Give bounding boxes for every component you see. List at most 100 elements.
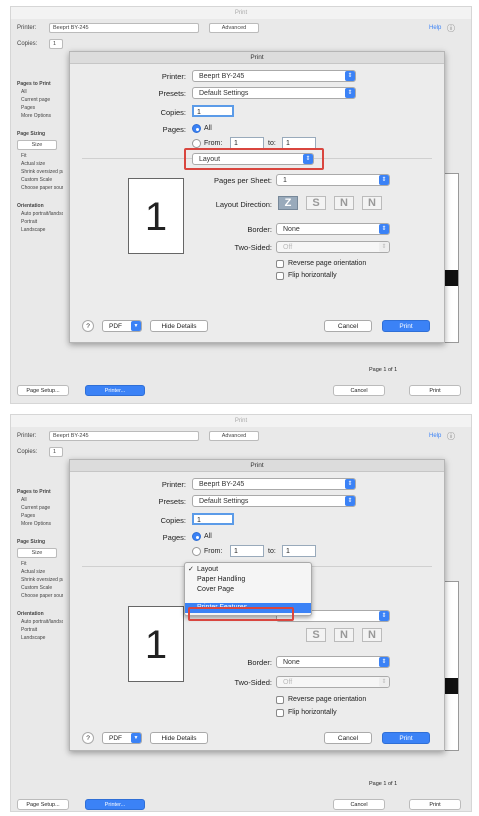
flip-horizontally-checkbox[interactable]	[276, 709, 284, 717]
pages-range-radio[interactable]	[192, 547, 201, 556]
bg-copies-field[interactable]: 1	[49, 39, 63, 49]
bg-print-button[interactable]: Print	[409, 799, 461, 810]
border-select[interactable]: None ⇕	[276, 223, 390, 235]
bg-page-size-section: Page Sizing	[17, 131, 46, 137]
layout-direction-n-icon[interactable]: N	[334, 628, 354, 642]
bg-orientation-option[interactable]: Portrait	[21, 627, 63, 633]
help-button[interactable]: ?	[82, 732, 94, 744]
bg-size-option[interactable]: Choose paper source by PDF page size	[21, 185, 63, 191]
layout-direction-n2-icon[interactable]: N	[362, 628, 382, 642]
bg-size-option[interactable]: Choose paper source by PDF page size	[21, 593, 63, 599]
bg-printer-button[interactable]: Printer...	[85, 799, 145, 810]
pages-all-radio[interactable]	[192, 124, 201, 133]
cancel-button[interactable]: Cancel	[324, 732, 372, 744]
bg-print-button[interactable]: Print	[409, 385, 461, 396]
bg-size-option[interactable]: Shrink oversized pages	[21, 577, 63, 583]
layout-direction-z-icon[interactable]: Z	[278, 196, 298, 210]
pages-all-radio[interactable]	[192, 532, 201, 541]
reverse-orientation-checkbox[interactable]	[276, 260, 284, 268]
copies-field[interactable]: 1	[192, 105, 234, 117]
pages-label: Pages:	[162, 125, 186, 134]
help-circle-icon[interactable]: ⓘ	[447, 23, 455, 34]
to-field[interactable]: 1	[282, 545, 316, 557]
pdf-menu-button[interactable]: PDF ▼	[102, 320, 142, 332]
bg-page-size-section: Page Sizing	[17, 539, 46, 545]
two-sided-select[interactable]: Off ⇕	[276, 241, 390, 253]
layout-direction-s-icon[interactable]: S	[306, 196, 326, 210]
menu-item-cover-page[interactable]: Cover Page	[185, 585, 311, 595]
bg-pages-option[interactable]: All	[21, 89, 63, 95]
bg-pages-option[interactable]: More Options	[21, 521, 63, 527]
bg-pages-option[interactable]: Current page	[21, 505, 63, 511]
hide-details-button[interactable]: Hide Details	[150, 320, 208, 332]
reverse-orientation-checkbox[interactable]	[276, 696, 284, 704]
bg-page-setup-button[interactable]: Page Setup...	[17, 799, 69, 810]
bg-printer-button[interactable]: Printer...	[85, 385, 145, 396]
copies-field[interactable]: 1	[192, 513, 234, 525]
bg-printer-label: Printer:	[17, 25, 37, 31]
bg-size-option[interactable]: Actual size	[21, 161, 63, 167]
bg-advanced-button[interactable]: Advanced	[209, 23, 259, 33]
bg-pages-option[interactable]: Pages	[21, 513, 63, 519]
bg-copies-field[interactable]: 1	[49, 447, 63, 457]
bg-size-option[interactable]: Fit	[21, 561, 63, 567]
bg-orientation-option[interactable]: Landscape	[21, 635, 63, 641]
help-circle-icon[interactable]: ⓘ	[447, 431, 455, 442]
bg-page-indicator: Page 1 of 1	[369, 781, 398, 787]
layout-direction-n2-icon[interactable]: N	[362, 196, 382, 210]
cancel-button[interactable]: Cancel	[324, 320, 372, 332]
bg-help-link[interactable]: Help	[429, 25, 441, 31]
printer-select[interactable]: Beeprt BY-245 ⇕	[192, 478, 356, 490]
two-sided-value: Off	[283, 679, 293, 686]
menu-item-paper-handling[interactable]: Paper Handling	[185, 575, 311, 585]
menu-item-label: Layout	[197, 566, 219, 573]
menu-item-layout[interactable]: ✓ Layout	[185, 565, 311, 575]
bg-size-option[interactable]: Fit	[21, 153, 63, 159]
bg-printer-select[interactable]: Beeprt BY-245	[49, 431, 199, 441]
layout-direction-s-icon[interactable]: S	[306, 628, 326, 642]
pdf-menu-button[interactable]: PDF ▼	[102, 732, 142, 744]
bg-size-button[interactable]: Size	[17, 548, 57, 558]
bg-size-option[interactable]: Custom Scale	[21, 585, 63, 591]
pages-per-sheet-select[interactable]: 1 ⇕	[276, 174, 390, 186]
bg-orientation-option[interactable]: Portrait	[21, 219, 63, 225]
bg-size-button[interactable]: Size	[17, 140, 57, 150]
bg-pages-option[interactable]: All	[21, 497, 63, 503]
bg-size-option[interactable]: Shrink oversized pages	[21, 169, 63, 175]
bg-orientation-option[interactable]: Auto portrait/landscape	[21, 619, 63, 625]
help-button[interactable]: ?	[82, 320, 94, 332]
bg-orientation-option[interactable]: Auto portrait/landscape	[21, 211, 63, 217]
to-label: to:	[268, 548, 276, 555]
border-select[interactable]: None ⇕	[276, 656, 390, 668]
bg-pages-option[interactable]: Current page	[21, 97, 63, 103]
bg-page-setup-button[interactable]: Page Setup...	[17, 385, 69, 396]
bg-pages-option[interactable]: Pages	[21, 105, 63, 111]
presets-label: Presets:	[158, 497, 186, 506]
printer-select[interactable]: Beeprt BY-245 ⇕	[192, 70, 356, 82]
bg-printer-select[interactable]: Beeprt BY-245	[49, 23, 199, 33]
presets-select[interactable]: Default Settings ⇕	[192, 87, 356, 99]
bg-pages-option[interactable]: More Options	[21, 113, 63, 119]
two-sided-select[interactable]: Off ⇕	[276, 676, 390, 688]
layout-direction-n-icon[interactable]: N	[334, 196, 354, 210]
pdf-label: PDF	[109, 735, 122, 742]
bg-size-option[interactable]: Custom Scale	[21, 177, 63, 183]
bg-size-option[interactable]: Actual size	[21, 569, 63, 575]
bg-printer-row: Printer: Beeprt BY-245 Advanced Help ⓘ	[17, 23, 465, 37]
print-button[interactable]: Print	[382, 732, 430, 744]
pages-range-radio[interactable]	[192, 139, 201, 148]
hide-details-button[interactable]: Hide Details	[150, 732, 208, 744]
print-button[interactable]: Print	[382, 320, 430, 332]
two-sided-label: Two-Sided:	[234, 243, 272, 252]
presets-select[interactable]: Default Settings ⇕	[192, 495, 356, 507]
bg-advanced-button[interactable]: Advanced	[209, 431, 259, 441]
flip-horizontally-checkbox[interactable]	[276, 272, 284, 280]
pages-all-label: All	[204, 125, 212, 132]
bg-cancel-button[interactable]: Cancel	[333, 799, 385, 810]
bg-help-link[interactable]: Help	[429, 433, 441, 439]
presets-select-value: Default Settings	[199, 90, 249, 97]
border-label: Border:	[247, 658, 272, 667]
from-field[interactable]: 1	[230, 545, 264, 557]
bg-orientation-option[interactable]: Landscape	[21, 227, 63, 233]
bg-cancel-button[interactable]: Cancel	[333, 385, 385, 396]
